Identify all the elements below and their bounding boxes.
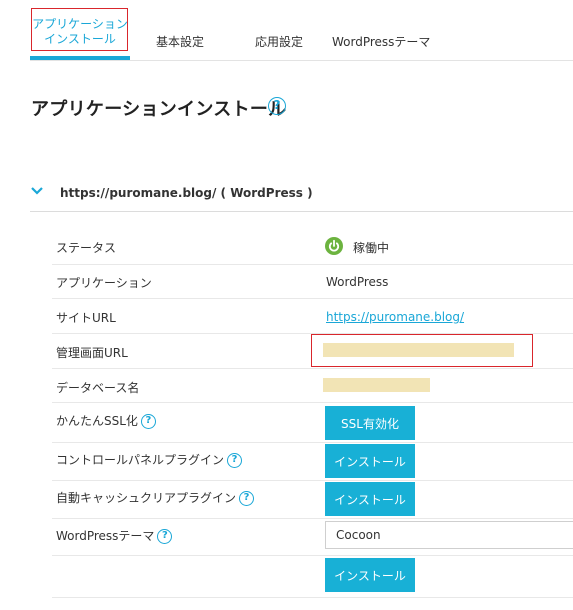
help-icon[interactable]: ?: [268, 97, 286, 115]
status-value: 稼働中: [353, 241, 390, 255]
row-divider: [52, 402, 573, 403]
tab-bar: アプリケーション インストール 基本設定 応用設定 WordPressテーマ: [0, 0, 573, 62]
site-url-label: サイトURL: [56, 311, 116, 325]
divider: [30, 211, 573, 212]
row-divider: [52, 518, 573, 519]
row-divider: [52, 368, 573, 369]
status-label: ステータス: [56, 241, 117, 255]
easy-ssl-label: かんたんSSL化?: [56, 412, 156, 429]
help-icon[interactable]: ?: [140, 414, 156, 429]
tab-app-install[interactable]: アプリケーション インストール: [30, 8, 130, 60]
application-value: WordPress: [326, 275, 389, 289]
tab-wordpress-theme[interactable]: WordPressテーマ: [332, 33, 430, 50]
application-label: アプリケーション: [56, 276, 152, 290]
admin-url-label: 管理画面URL: [56, 346, 128, 360]
site-url-link[interactable]: https://puromane.blog/: [326, 310, 464, 324]
help-icon[interactable]: ?: [227, 453, 243, 468]
row-divider: [52, 555, 573, 556]
chevron-down-icon[interactable]: [30, 184, 44, 198]
tab-advanced-settings[interactable]: 応用設定: [255, 33, 303, 50]
page-title: アプリケーションインストール: [31, 99, 287, 120]
row-divider: [52, 442, 573, 443]
wp-theme-select[interactable]: Cocoon: [325, 521, 573, 549]
row-divider: [52, 264, 573, 265]
admin-url-value-redacted: [323, 343, 514, 357]
cp-plugin-install-button[interactable]: インストール: [325, 444, 415, 478]
row-divider: [52, 597, 573, 598]
tab-basic-settings[interactable]: 基本設定: [156, 33, 204, 50]
database-value-redacted: [323, 378, 430, 392]
ssl-enable-button[interactable]: SSL有効化: [325, 406, 415, 440]
database-label: データベース名: [56, 381, 140, 395]
row-divider: [52, 298, 573, 299]
power-icon: [325, 237, 343, 255]
help-icon[interactable]: ?: [157, 529, 173, 544]
row-divider: [52, 480, 573, 481]
cp-plugin-label: コントロールパネルプラグイン?: [56, 451, 243, 468]
help-icon[interactable]: ?: [239, 491, 255, 506]
cache-plugin-install-button[interactable]: インストール: [325, 482, 415, 516]
tab-divider: [30, 60, 573, 61]
cache-plugin-label: 自動キャッシュクリアプラグイン?: [56, 489, 255, 506]
wp-theme-install-button[interactable]: インストール: [325, 558, 415, 592]
tab-app-install-label: アプリケーション インストール: [32, 17, 128, 46]
wp-theme-label: WordPressテーマ?: [56, 527, 173, 544]
install-header[interactable]: https://puromane.blog/ ( WordPress ): [60, 186, 313, 200]
